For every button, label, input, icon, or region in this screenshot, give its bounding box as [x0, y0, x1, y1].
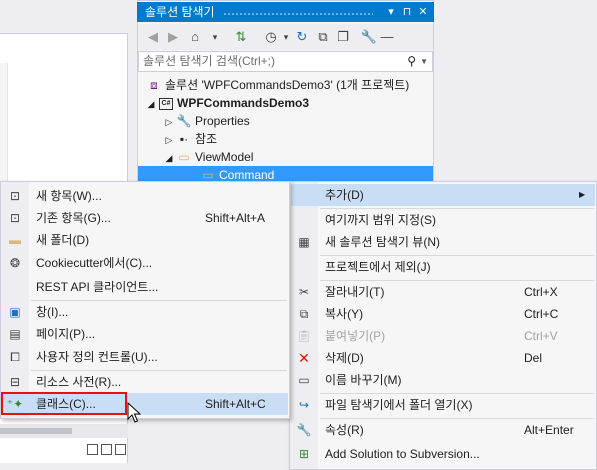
- tree-item-properties[interactable]: ▷ 🔧 Properties: [162, 112, 250, 130]
- delete-x-icon: ✕: [298, 350, 310, 366]
- new-view-icon: ▦: [298, 235, 310, 249]
- refresh-icon[interactable]: ↻: [293, 28, 311, 46]
- collapse-arrow-icon[interactable]: ◢: [144, 95, 158, 113]
- menu-item-exclude-from-project[interactable]: 프로젝트에서 제외(J): [291, 256, 595, 278]
- menu-item-new-explorer-view[interactable]: ▦ 새 솔루션 탐색기 뷰(N): [291, 231, 595, 253]
- window-menu-icon[interactable]: ▾: [384, 2, 398, 22]
- menu-item-window[interactable]: ▣ 창(I)...: [2, 301, 288, 323]
- show-all-icon[interactable]: ❐: [334, 28, 352, 46]
- preview-icon[interactable]: —: [378, 28, 396, 46]
- resource-dictionary-icon: ⊟: [9, 375, 21, 389]
- new-folder-icon: ▬: [9, 233, 21, 247]
- menu-item-add[interactable]: 추가(D) ▶: [291, 184, 595, 206]
- menu-item-add-to-subversion[interactable]: ⊞ Add Solution to Subversion...: [291, 443, 595, 465]
- horizontal-scrollbar-thumb[interactable]: [0, 428, 72, 434]
- context-menu: 추가(D) ▶ 여기까지 범위 지정(S) ▦ 새 솔루션 탐색기 뷰(N) 프…: [289, 181, 597, 470]
- menu-item-scope-to-this[interactable]: 여기까지 범위 지정(S): [291, 209, 595, 231]
- menu-item-properties[interactable]: 🔧 속성(R) Alt+Enter: [291, 419, 595, 441]
- expand-arrow-icon[interactable]: ▷: [162, 131, 176, 149]
- menu-item-user-control[interactable]: ⧠ 사용자 정의 컨트롤(U)...: [2, 346, 288, 368]
- split-vertical-icon[interactable]: [87, 444, 98, 455]
- solution-explorer-toolbar: ◀ ▶ ⌂ ▾ ⇅ ◷ ▾ ↻ ⧉ ❐ 🔧 —: [138, 24, 433, 50]
- menu-item-copy[interactable]: ⧉ 복사(Y) Ctrl+C: [291, 303, 595, 325]
- home-dropdown-icon[interactable]: ▾: [206, 28, 224, 46]
- menu-item-page[interactable]: ▤ 페이지(P)...: [2, 323, 288, 345]
- titlebar-grip: [223, 12, 373, 16]
- rename-icon: ▭: [298, 373, 310, 387]
- menu-item-delete[interactable]: ✕ 삭제(D) Del: [291, 347, 595, 369]
- references-icon: ▪·: [179, 132, 189, 146]
- menu-item-new-folder[interactable]: ▬ 새 폴더(D): [2, 229, 288, 251]
- menu-item-paste[interactable]: 📋︎ 붙여넣기(P) Ctrl+V: [291, 325, 595, 347]
- pin-icon[interactable]: ⊓: [400, 2, 414, 22]
- paste-icon: 📋︎: [296, 329, 312, 343]
- folder-open-icon: ▭: [178, 150, 190, 164]
- tree-item-solution[interactable]: ⧈ 솔루션 'WPFCommandsDemo3' (1개 프로젝트): [146, 76, 409, 94]
- properties-icon[interactable]: 🔧: [360, 28, 378, 46]
- back-icon[interactable]: ◀: [144, 28, 162, 46]
- menu-item-new-item[interactable]: ⊡ 새 항목(W)...: [2, 185, 288, 207]
- menu-item-cookiecutter[interactable]: ❂ Cookiecutter에서(C)...: [2, 252, 288, 274]
- user-control-icon: ⧠: [10, 350, 20, 364]
- submenu-arrow-icon: ▶: [579, 190, 586, 199]
- expand-arrow-icon[interactable]: ▷: [162, 113, 176, 131]
- copy-icon: ⧉: [299, 307, 309, 321]
- forward-icon[interactable]: ▶: [164, 28, 182, 46]
- mouse-cursor-icon: [127, 402, 141, 423]
- split-horizontal-icon[interactable]: [101, 444, 112, 455]
- page-icon: ▤: [9, 327, 21, 341]
- solution-icon: ⧈: [150, 78, 158, 92]
- tree-item-viewmodel[interactable]: ◢ ▭ ViewModel: [162, 148, 254, 167]
- solution-explorer-title: 솔루션 탐색기: [145, 5, 215, 19]
- scissors-icon: ✂: [298, 285, 310, 299]
- close-icon[interactable]: ✕: [416, 2, 430, 22]
- open-folder-arrow-icon: ↪: [298, 398, 310, 412]
- menu-item-rest-api-client[interactable]: REST API 클라이언트...: [2, 276, 288, 298]
- cookiecutter-icon: ❂: [9, 256, 21, 270]
- csharp-project-icon: C#: [159, 97, 173, 110]
- new-item-icon: ⊡: [9, 189, 21, 203]
- search-options-chevron-icon[interactable]: ▼: [420, 52, 428, 71]
- menu-item-open-folder-in-explorer[interactable]: ↪ 파일 탐색기에서 폴더 열기(X): [291, 394, 595, 416]
- menu-item-resource-dictionary[interactable]: ⊟ 리소스 사전(R)...: [2, 371, 288, 393]
- window-icon: ▣: [9, 305, 21, 319]
- collapse-arrow-icon[interactable]: ◢: [162, 149, 176, 167]
- add-submenu: ⊡ 새 항목(W)... ⊡ 기존 항목(G)... Shift+Alt+A ▬…: [0, 181, 290, 419]
- solution-explorer-titlebar[interactable]: 솔루션 탐색기 ▾ ⊓ ✕: [137, 2, 434, 22]
- subversion-add-icon: ⊞: [298, 447, 310, 461]
- existing-item-icon: ⊡: [9, 211, 21, 225]
- collapse-icon[interactable]: ⧉: [314, 28, 332, 46]
- tree-item-project[interactable]: ◢ C# WPFCommandsDemo3: [144, 94, 310, 113]
- sync-icon[interactable]: ⇅: [232, 28, 250, 46]
- wrench-icon: 🔧: [176, 114, 192, 128]
- menu-item-existing-item[interactable]: ⊡ 기존 항목(G)... Shift+Alt+A: [2, 207, 288, 229]
- search-icon[interactable]: ⚲: [407, 52, 416, 71]
- home-icon[interactable]: ⌂: [186, 28, 204, 46]
- highlight-annotation-box: [1, 392, 127, 415]
- search-placeholder: 솔루션 탐색기 검색(Ctrl+;): [143, 54, 275, 68]
- menu-item-cut[interactable]: ✂ 잘라내기(T) Ctrl+X: [291, 281, 595, 303]
- solution-tree: ⧈ 솔루션 'WPFCommandsDemo3' (1개 프로젝트) ◢ C# WPF…: [138, 73, 433, 188]
- wrench-icon: 🔧: [296, 423, 312, 437]
- solution-search-input[interactable]: 솔루션 탐색기 검색(Ctrl+;) ⚲ ▼: [138, 51, 433, 72]
- tree-item-references[interactable]: ▷ ▪· 참조: [162, 130, 218, 149]
- menu-item-rename[interactable]: ▭ 이름 바꾸기(M): [291, 369, 595, 391]
- collapse-pane-icon[interactable]: [115, 444, 126, 455]
